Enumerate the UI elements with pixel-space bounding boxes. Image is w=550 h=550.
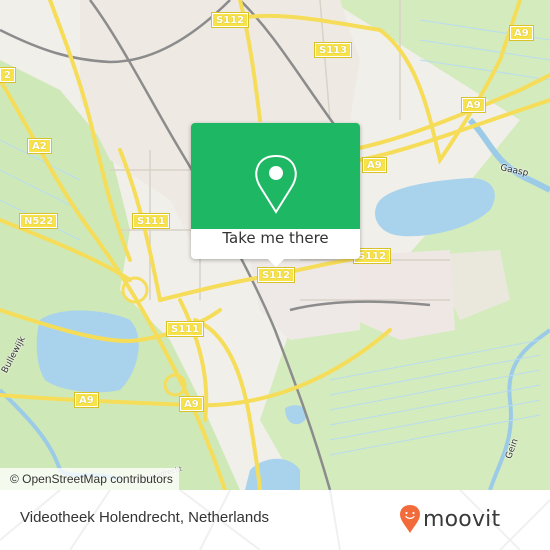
road-shield-a9: A9 [179,396,204,412]
map-attribution[interactable]: © OpenStreetMap contributors [0,468,179,490]
road-shield-a9: A9 [461,97,486,113]
road-shield-s112: S112 [256,267,296,283]
popup-pointer [268,259,284,267]
footer-bar: Videotheek Holendrecht, Netherlands moov… [0,490,550,550]
map-pin-icon [255,154,297,214]
moovit-logo[interactable]: moovit [399,504,500,534]
road-shield-a9: A9 [74,392,99,408]
take-me-there-button[interactable]: Take me there [191,229,360,259]
popup-header[interactable] [191,123,360,229]
take-me-there-popup[interactable]: Take me there [191,123,360,267]
moovit-pin-icon [400,505,420,533]
road-shield-a9: A9 [509,25,534,41]
road-shield-s112: S112 [210,12,250,28]
moovit-wordmark: moovit [423,506,501,532]
road-shield-s113: S113 [313,42,353,58]
road-shield-a2-edge: 2 [0,67,16,83]
road-shield-a2: A2 [27,138,52,154]
road-shield-a9: A9 [362,157,387,173]
road-shield-s111: S111 [165,321,205,337]
road-shield-n522: N522 [18,213,59,229]
map-view[interactable]: S112 S113 A9 A9 A9 2 A2 N522 S111 S112 S… [0,0,550,490]
place-name: Videotheek Holendrecht, Netherlands [20,509,270,526]
road-shield-s111: S111 [131,213,171,229]
